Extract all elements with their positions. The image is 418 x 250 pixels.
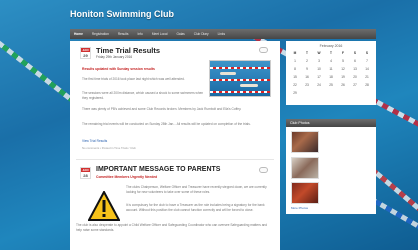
nav-item-info[interactable]: Info (138, 32, 143, 36)
calendar-day[interactable]: 2 (301, 58, 313, 64)
calendar-day[interactable]: 14 (361, 66, 373, 72)
calendar-day[interactable]: 10 (313, 66, 325, 72)
calendar-day[interactable]: 11 (325, 66, 337, 72)
post-highlight: Committee Members Urgently Needed (96, 175, 158, 179)
post-time-trial: JAN 29 Time Trial Results Friday 29th Ja… (76, 45, 274, 155)
divider (76, 159, 274, 160)
calendar-weekday: S (353, 51, 357, 55)
post-paragraph: The sessions were all 200m distance, whi… (82, 91, 204, 100)
main-content: JAN 29 Time Trial Results Friday 29th Ja… (70, 41, 280, 250)
calendar-day[interactable]: 12 (337, 66, 349, 72)
calendar-day[interactable]: 21 (361, 74, 373, 80)
calendar-grid: M T W T F S S 1 2 3 4 5 6 7 8 9 10 11 12… (289, 50, 373, 96)
nav-item-club-diary[interactable]: Club Diary (194, 32, 209, 36)
calendar-day[interactable]: 19 (337, 74, 349, 80)
calendar-day[interactable]: 5 (337, 58, 349, 64)
calendar-weekday: W (317, 51, 321, 55)
post-paragraph: The remaining trial events will be condu… (82, 122, 251, 126)
club-photo-thumbnail[interactable] (291, 182, 319, 204)
club-photos-heading: Club Photos (286, 119, 376, 127)
date-day: 29 (83, 53, 88, 58)
calendar-weekday: T (330, 51, 332, 55)
nav-item-home[interactable]: Home (74, 32, 83, 36)
warning-icon (87, 189, 121, 221)
calendar-day[interactable]: 8 (289, 66, 301, 72)
more-photos-link[interactable]: More Photos (291, 206, 308, 210)
comment-bubble-icon[interactable] (259, 167, 268, 173)
site-title[interactable]: Honiton Swimming Club (70, 9, 174, 19)
calendar-title: February 2016 (319, 44, 343, 48)
club-photo-thumbnail[interactable] (291, 157, 319, 179)
post-paragraph: There was plenty of PB's achieved and so… (82, 107, 242, 111)
post-paragraph: The clubs Chairperson, Welfare Officer a… (126, 185, 267, 194)
calendar-day[interactable]: 24 (313, 82, 325, 88)
calendar-day[interactable]: 15 (289, 74, 301, 80)
post-paragraph: The first time trials of 2016 took place… (82, 77, 185, 81)
view-results-link[interactable]: View Trial Results (82, 139, 107, 143)
calendar-day[interactable]: 28 (361, 82, 373, 88)
calendar-day[interactable]: 25 (325, 82, 337, 88)
comment-bubble-icon[interactable] (259, 47, 268, 53)
calendar-day[interactable]: 9 (301, 66, 313, 72)
club-photo-thumbnail[interactable] (291, 131, 319, 153)
calendar-weekday: T (306, 51, 308, 55)
calendar-day[interactable]: 17 (313, 74, 325, 80)
calendar-weekday: F (342, 51, 344, 55)
calendar-day[interactable]: 7 (361, 58, 373, 64)
club-photos-widget: Club Photos More Photos (286, 119, 376, 214)
calendar-day[interactable]: 26 (337, 82, 349, 88)
main-nav: Home Registration Results Info Meet Loca… (70, 29, 376, 39)
post-footer: No comments • Posted in Time Trials / Cl… (82, 146, 136, 150)
swimming-pool-photo (209, 60, 271, 97)
calendar-widget: February 2016 M T W T F S S 1 2 3 4 5 6 … (286, 41, 376, 105)
calendar-day[interactable]: 20 (349, 74, 361, 80)
calendar-day[interactable]: 3 (313, 58, 325, 64)
post-date: Friday 29th January 2016 (96, 55, 133, 59)
date-badge: JAN 28 (80, 167, 91, 179)
calendar-weekday: S (365, 51, 369, 55)
calendar-day[interactable]: 16 (301, 74, 313, 80)
post-paragraph: It is compulsory for the club to have a … (126, 203, 265, 212)
post-title[interactable]: Time Trial Results (96, 46, 160, 55)
calendar-day[interactable]: 23 (301, 82, 313, 88)
nav-item-galas[interactable]: Galas (176, 32, 184, 36)
date-day: 28 (83, 173, 88, 178)
calendar-day[interactable]: 6 (349, 58, 361, 64)
calendar-day[interactable]: 18 (325, 74, 337, 80)
post-paragraph: The club is also desperate to appoint a … (76, 223, 268, 232)
nav-item-meet-local[interactable]: Meet Local (152, 32, 168, 36)
nav-item-registration[interactable]: Registration (92, 32, 109, 36)
post-title[interactable]: IMPORTANT MESSAGE TO PARENTS (96, 166, 220, 173)
date-badge: JAN 29 (80, 47, 91, 59)
calendar-weekday: M (293, 51, 297, 55)
post-highlight: Results updated with Sunday session resu… (82, 67, 155, 71)
calendar-day[interactable]: 29 (289, 90, 301, 96)
calendar-day[interactable]: 4 (325, 58, 337, 64)
calendar-day[interactable]: 27 (349, 82, 361, 88)
calendar-day[interactable]: 22 (289, 82, 301, 88)
nav-item-results[interactable]: Results (118, 32, 129, 36)
calendar-day[interactable]: 1 (289, 58, 301, 64)
nav-item-links[interactable]: Links (218, 32, 225, 36)
calendar-day[interactable]: 13 (349, 66, 361, 72)
